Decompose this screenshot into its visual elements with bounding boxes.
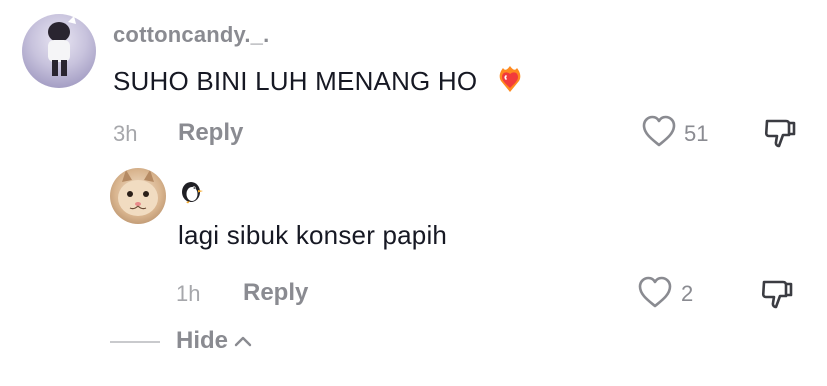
penguin-icon[interactable] (178, 180, 204, 209)
avatar[interactable] (22, 14, 96, 88)
replies-divider (110, 341, 160, 343)
thumbs-down-icon (761, 280, 793, 309)
hide-label: Hide (176, 327, 229, 354)
hide-replies-button[interactable]: Hide (176, 327, 252, 355)
avatar-image (48, 16, 76, 76)
reply-time: 1h (176, 281, 201, 306)
reply-avatar[interactable] (110, 168, 166, 224)
chevron-up-icon (234, 336, 252, 347)
comment-username[interactable]: cottoncandy._. (113, 22, 269, 48)
comment-text-body: SUHO BINI LUH MENANG HO (113, 66, 478, 96)
thumbs-down-icon (764, 119, 796, 148)
heart-outline-icon (642, 115, 676, 147)
like-count: 51 (684, 121, 709, 146)
comment-text: SUHO BINI LUH MENANG HO (113, 62, 527, 103)
comment-time: 3h (113, 121, 138, 146)
reply-like-button[interactable] (637, 275, 673, 314)
reply-reply-button[interactable]: Reply (243, 279, 308, 307)
like-button[interactable] (641, 114, 677, 153)
cat-avatar-image (118, 170, 158, 216)
reply-button[interactable]: Reply (178, 119, 243, 147)
reply-dislike-button[interactable] (759, 276, 795, 317)
dislike-button[interactable] (762, 115, 798, 156)
heart-on-fire-icon (493, 62, 527, 103)
reply-like-count: 2 (681, 281, 694, 306)
heart-outline-icon (638, 276, 672, 308)
reply-text: lagi sibuk konser papih (178, 220, 448, 250)
